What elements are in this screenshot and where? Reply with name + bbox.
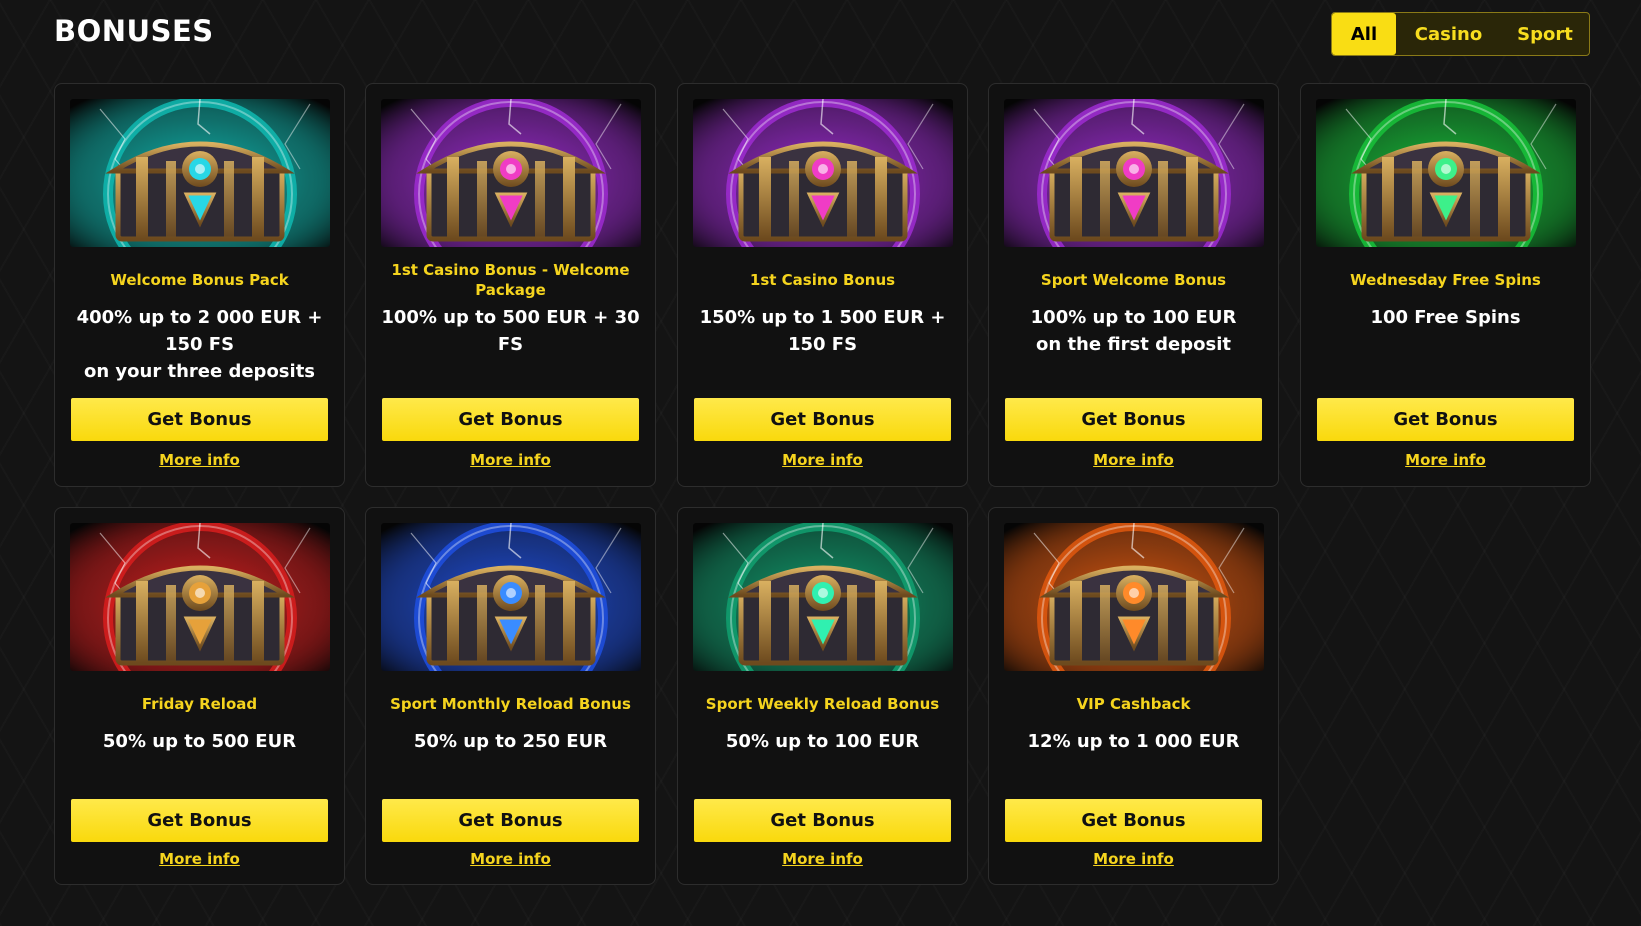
more-info-link[interactable]: More info [989, 451, 1278, 469]
get-bonus-button[interactable]: Get Bonus [71, 799, 328, 842]
more-info-link[interactable]: More info [1301, 451, 1590, 469]
bonus-title: Sport Weekly Reload Bonus [705, 695, 940, 713]
get-bonus-button[interactable]: Get Bonus [694, 799, 951, 842]
bonus-title: Wednesday Free Spins [1350, 271, 1541, 289]
bonus-title: VIP Cashback [1076, 695, 1191, 713]
bonus-title: Sport Monthly Reload Bonus [390, 695, 631, 713]
bonus-title: 1st Casino Bonus - Welcome Package [391, 261, 630, 299]
bonus-description: 100 Free Spins [1370, 307, 1521, 328]
bonus-description: 150% up to 1 500 EUR + 150 FS [699, 307, 946, 355]
more-info-link[interactable]: More info [55, 451, 344, 469]
get-bonus-button[interactable]: Get Bonus [1005, 398, 1262, 441]
treasure-chest-image [1004, 99, 1264, 247]
bonus-card: Welcome Bonus Pack 400% up to 2 000 EUR +… [54, 83, 345, 487]
bonus-description: 50% up to 250 EUR [413, 731, 608, 752]
bonus-description: 400% up to 2 000 EUR + 150 FS on your th… [76, 307, 323, 382]
treasure-chest-image [381, 99, 641, 247]
bonus-card: 1st Casino Bonus - Welcome Package 100% u… [365, 83, 656, 487]
treasure-chest-image [1316, 99, 1576, 247]
tab-all[interactable]: All [1332, 13, 1396, 55]
get-bonus-button[interactable]: Get Bonus [71, 398, 328, 441]
treasure-chest-image [70, 523, 330, 671]
bonus-description: 100% up to 100 EUR on the first deposit [1030, 307, 1237, 355]
bonus-card: Sport Monthly Reload Bonus 50% up to 250 … [365, 507, 656, 885]
tab-casino[interactable]: Casino [1396, 13, 1501, 55]
treasure-chest-image [693, 523, 953, 671]
bonus-title: Friday Reload [141, 695, 258, 713]
get-bonus-button[interactable]: Get Bonus [382, 799, 639, 842]
filter-tabs: All Casino Sport [1331, 12, 1590, 56]
treasure-chest-image [1004, 523, 1264, 671]
bonus-description: 12% up to 1 000 EUR [1027, 731, 1240, 752]
bonus-title: Welcome Bonus Pack [110, 271, 289, 289]
bonus-description: 50% up to 500 EUR [102, 731, 297, 752]
bonus-card: Friday Reload 50% up to 500 EUR Get Bonus M… [54, 507, 345, 885]
bonus-card: 1st Casino Bonus 150% up to 1 500 EUR + 1… [677, 83, 968, 487]
more-info-link[interactable]: More info [55, 850, 344, 868]
more-info-link[interactable]: More info [366, 850, 655, 868]
tab-sport[interactable]: Sport [1501, 13, 1589, 55]
get-bonus-button[interactable]: Get Bonus [694, 398, 951, 441]
get-bonus-button[interactable]: Get Bonus [1317, 398, 1574, 441]
bonus-title: Sport Welcome Bonus [1040, 271, 1227, 289]
page-title: BONUSES [54, 14, 214, 48]
bonus-card: VIP Cashback 12% up to 1 000 EUR Get Bonus… [988, 507, 1279, 885]
get-bonus-button[interactable]: Get Bonus [382, 398, 639, 441]
bonus-card: Wednesday Free Spins 100 Free Spins Get Bo… [1300, 83, 1591, 487]
bonus-description: 50% up to 100 EUR [725, 731, 920, 752]
bonus-card: Sport Weekly Reload Bonus 50% up to 100 E… [677, 507, 968, 885]
more-info-link[interactable]: More info [678, 850, 967, 868]
get-bonus-button[interactable]: Get Bonus [1005, 799, 1262, 842]
treasure-chest-image [381, 523, 641, 671]
treasure-chest-image [70, 99, 330, 247]
more-info-link[interactable]: More info [678, 451, 967, 469]
treasure-chest-image [693, 99, 953, 247]
bonus-title: 1st Casino Bonus [749, 271, 896, 289]
bonus-description: 100% up to 500 EUR + 30 FS [381, 307, 640, 355]
bonus-card: Sport Welcome Bonus 100% up to 100 EUR on… [988, 83, 1279, 487]
more-info-link[interactable]: More info [366, 451, 655, 469]
more-info-link[interactable]: More info [989, 850, 1278, 868]
